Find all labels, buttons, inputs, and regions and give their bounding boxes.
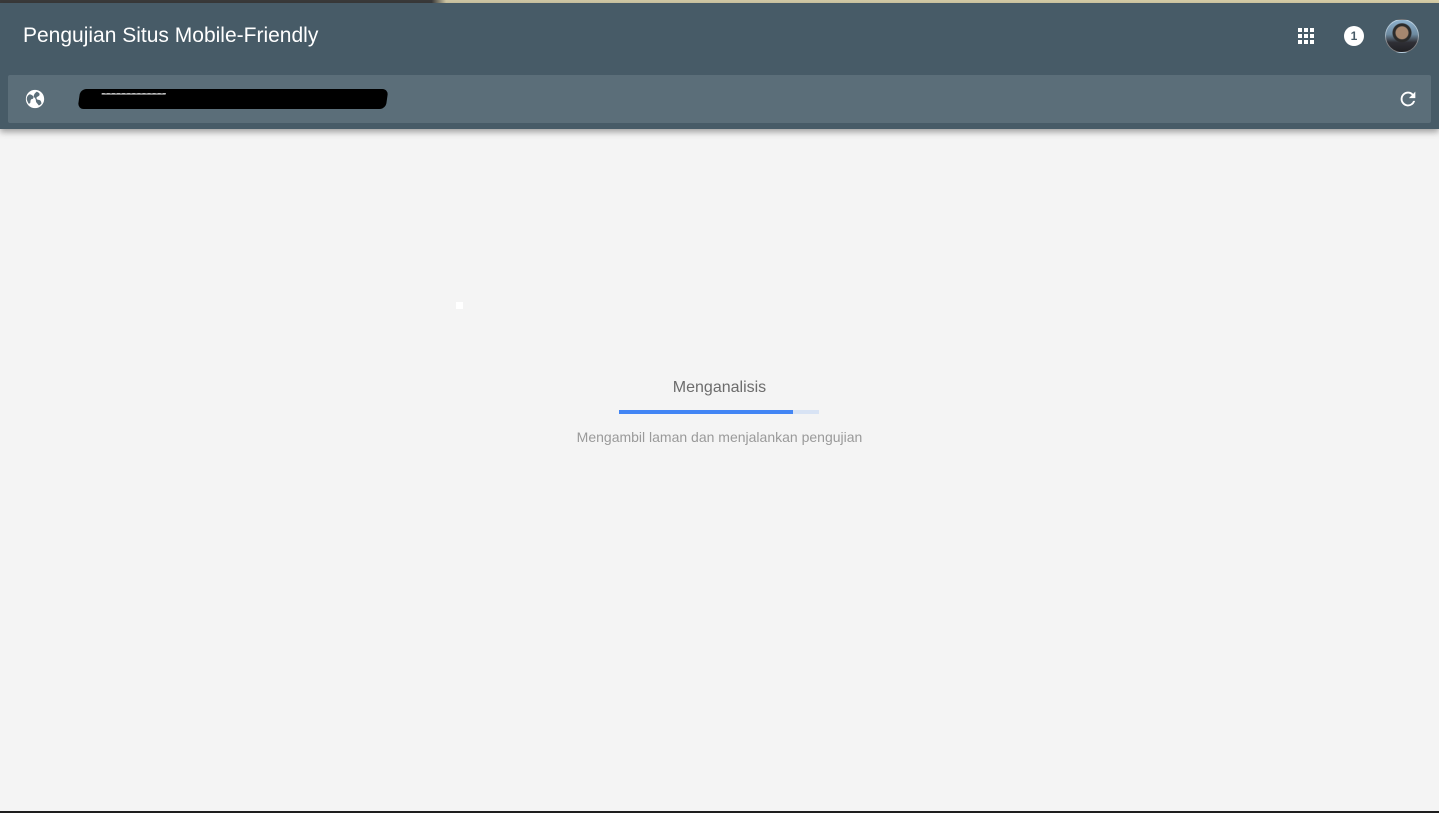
globe-icon — [25, 89, 45, 109]
url-redaction — [77, 89, 389, 109]
refresh-icon[interactable] — [1397, 88, 1419, 110]
url-bar — [8, 75, 1431, 123]
account-button[interactable] — [1385, 19, 1419, 53]
analysis-progress-bar — [619, 410, 819, 414]
notification-count-badge: 1 — [1344, 26, 1364, 46]
rendering-artifact — [456, 302, 463, 309]
apps-grid-icon — [1298, 28, 1314, 44]
analysis-progress-fill — [619, 410, 793, 414]
app-header: Pengujian Situs Mobile-Friendly 1 — [0, 3, 1439, 129]
avatar — [1385, 19, 1419, 53]
header-actions: 1 — [1275, 19, 1419, 53]
analysis-status-detail: Mengambil laman dan menjalankan pengujia… — [576, 429, 863, 445]
analysis-status-title: Menganalisis — [672, 379, 767, 396]
analysis-panel: Menganalisis Mengambil laman dan menjala… — [0, 129, 1439, 813]
apps-button[interactable] — [1289, 19, 1323, 53]
page-title: Pengujian Situs Mobile-Friendly — [23, 24, 319, 47]
notifications-button[interactable]: 1 — [1337, 19, 1371, 53]
